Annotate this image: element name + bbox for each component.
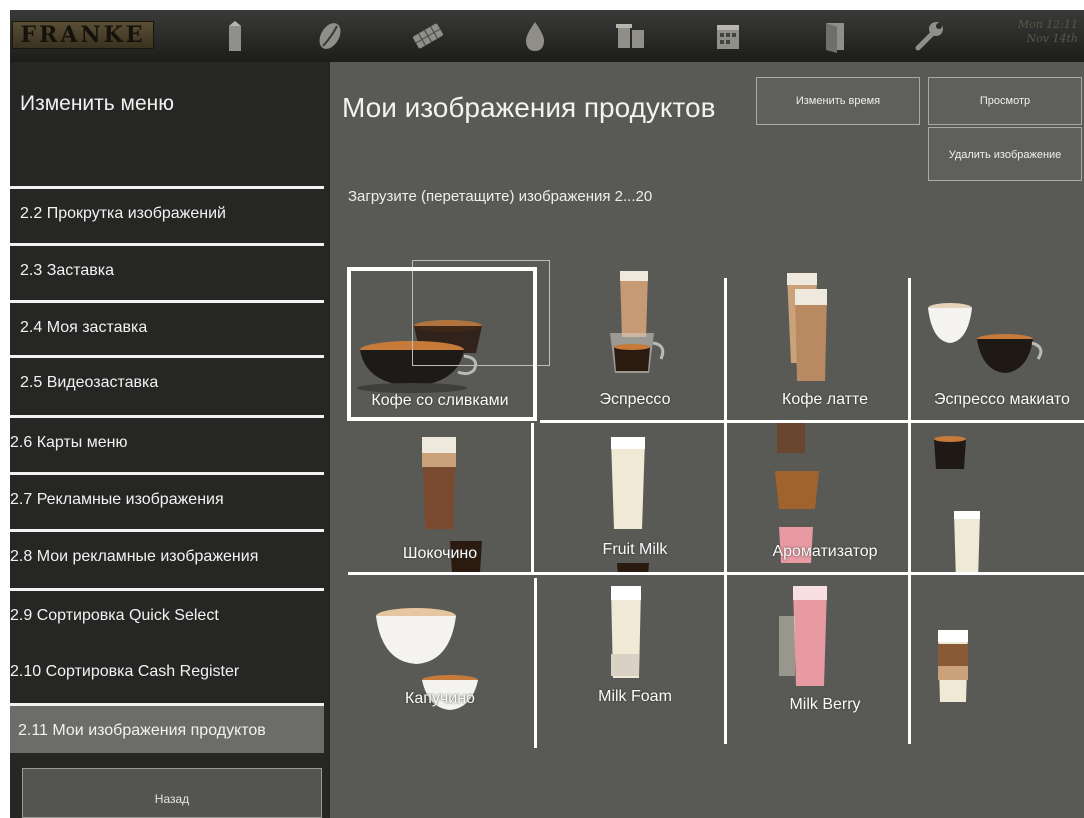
top-toolbar: FRANKE Mon 12:11 Nov 14th <box>10 10 1084 62</box>
grid-divider <box>908 278 911 744</box>
product-label: Milk Berry <box>789 696 861 713</box>
door-icon[interactable] <box>815 18 855 54</box>
product-label: Шокочино <box>402 545 478 562</box>
product-label: Кофе латте <box>782 391 868 408</box>
chocolate-icon[interactable] <box>408 18 448 54</box>
coffee-bean-icon[interactable] <box>310 18 350 54</box>
clock: Mon 12:11 Nov 14th <box>1008 18 1078 46</box>
sidebar-title: Изменить меню <box>20 92 175 115</box>
clock-time: Mon 12:11 <box>1017 18 1078 31</box>
sidebar-item-quick-select-sort[interactable]: 2.9 Сортировка Quick Select <box>10 588 324 638</box>
upload-hint: Загрузите (перетащите) изображения 2...2… <box>348 188 653 205</box>
delete-image-button[interactable]: Удалить изображение <box>928 127 1082 181</box>
sidebar-item-cash-register-sort[interactable]: 2.10 Сортировка Cash Register <box>10 647 324 697</box>
wrench-icon[interactable] <box>910 18 950 54</box>
sidebar-item-screensaver[interactable]: 2.3 Заставка <box>10 243 324 293</box>
product-image-grid: Кофе со сливками Эспрессо Кофе латте Эсп… <box>340 248 1084 748</box>
sidebar-item-image-scroll[interactable]: 2.2 Прокрутка изображений <box>10 186 324 236</box>
franke-logo: FRANKE <box>12 21 154 49</box>
sidebar-item-my-product-images[interactable]: 2.11 Мои изображения продуктов <box>10 703 324 753</box>
product-tile-latte[interactable]: Кофе латте <box>735 263 915 418</box>
sidebar-item-menu-cards[interactable]: 2.6 Карты меню <box>10 415 324 465</box>
sidebar-item-video-screensaver[interactable]: 2.5 Видеозаставка <box>10 355 324 405</box>
sidebar-item-ad-images[interactable]: 2.7 Рекламные изображения <box>10 472 324 522</box>
product-tile-milk-berry[interactable]: Milk Berry <box>735 578 915 748</box>
clock-date: Nov 14th <box>1026 32 1078 45</box>
product-label: Эспрессо макиато <box>934 391 1070 408</box>
product-tile-empty-2[interactable] <box>920 578 1084 748</box>
sidebar: Изменить меню 2.2 Прокрутка изображений … <box>10 62 330 818</box>
product-label: Капучино <box>405 690 475 707</box>
product-tile-espresso-macchiato[interactable]: Эспрессо макиато <box>920 263 1084 418</box>
selected-tile-frame <box>347 267 537 421</box>
grid-divider <box>531 423 534 573</box>
product-tile-milk-foam[interactable]: Milk Foam <box>545 578 725 748</box>
product-label: Fruit Milk <box>602 541 668 558</box>
product-label: Ароматизатор <box>772 543 878 560</box>
sidebar-item-my-ad-images[interactable]: 2.8 Мои рекламные изображения <box>10 529 324 579</box>
grid-divider <box>540 420 1084 423</box>
sidebar-item-my-screensaver[interactable]: 2.4 Моя заставка <box>10 300 324 350</box>
water-drop-icon[interactable] <box>515 18 555 54</box>
product-label: Эспрессо <box>599 391 671 408</box>
product-label: Milk Foam <box>598 688 672 705</box>
product-tile-flavoring[interactable]: Ароматизатор <box>735 423 915 573</box>
preview-button[interactable]: Просмотр <box>928 77 1082 125</box>
grid-divider <box>534 578 537 748</box>
product-tile-espresso[interactable]: Эспрессо <box>545 263 725 418</box>
change-time-button[interactable]: Изменить время <box>756 77 920 125</box>
app-screen: FRANKE Mon 12:11 Nov 14th Изменить меню … <box>10 10 1084 818</box>
product-tile-chococino[interactable]: Шокочино <box>350 423 530 573</box>
calendar-icon[interactable] <box>708 18 748 54</box>
milk-carton-icon[interactable] <box>215 18 255 54</box>
grid-divider <box>724 278 727 744</box>
product-tile-empty-1[interactable] <box>920 423 1084 573</box>
page-title: Мои изображения продуктов <box>342 92 716 123</box>
product-tile-fruit-milk[interactable]: Fruit Milk <box>545 423 725 573</box>
cups-icon[interactable] <box>610 18 650 54</box>
product-tile-cappuccino[interactable]: Капучино <box>350 578 530 748</box>
grid-divider <box>348 572 1084 575</box>
back-button[interactable]: Назад <box>22 768 322 818</box>
